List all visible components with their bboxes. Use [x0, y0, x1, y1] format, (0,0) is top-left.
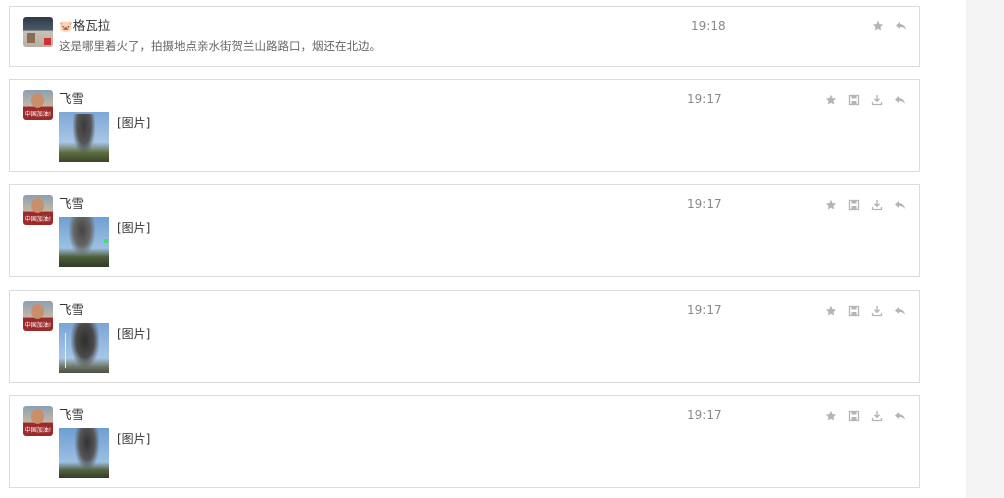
right-scroll-panel — [966, 0, 1004, 498]
message-actions — [872, 20, 907, 32]
message-time: 19:17 — [687, 303, 722, 317]
message-actions — [825, 305, 906, 317]
save-icon[interactable] — [848, 94, 860, 106]
save-icon[interactable] — [848, 305, 860, 317]
message-card: 中国加油! 飞雪 19:17 [图片] — [9, 79, 920, 172]
image-thumbnail[interactable] — [59, 112, 109, 162]
message-time: 19:18 — [691, 19, 726, 33]
message-text: 这是哪里着火了，拍摄地点亲水街贺兰山路路口，烟还在北边。 — [59, 39, 381, 53]
download-icon[interactable] — [871, 410, 883, 422]
avatar[interactable] — [23, 17, 53, 47]
star-icon[interactable] — [825, 94, 837, 106]
image-label: [图片] — [117, 116, 151, 130]
sender-name: 飞雪 — [59, 302, 85, 317]
image-label: [图片] — [117, 221, 151, 235]
reply-icon[interactable] — [894, 410, 906, 422]
image-label: [图片] — [117, 327, 151, 341]
pig-emoji-icon: 🐷 — [59, 20, 73, 33]
message-actions — [825, 199, 906, 211]
avatar-badge: 中国加油! — [24, 111, 52, 118]
save-icon[interactable] — [848, 410, 860, 422]
message-time: 19:17 — [687, 197, 722, 211]
download-icon[interactable] — [871, 199, 883, 211]
save-icon[interactable] — [848, 199, 860, 211]
message-card: 中国加油! 飞雪 19:17 [图片] — [9, 184, 920, 277]
reply-icon[interactable] — [894, 199, 906, 211]
sender-name: 🐷格瓦拉 — [59, 18, 111, 33]
sender-name: 飞雪 — [59, 196, 85, 211]
message-actions — [825, 94, 906, 106]
avatar[interactable]: 中国加油! — [23, 406, 53, 436]
avatar-badge: 中国加油! — [24, 216, 52, 223]
star-icon[interactable] — [825, 199, 837, 211]
image-label: [图片] — [117, 432, 151, 446]
reply-icon[interactable] — [894, 305, 906, 317]
message-card: 中国加油! 飞雪 19:17 [图片] — [9, 395, 920, 488]
star-icon[interactable] — [825, 305, 837, 317]
message-time: 19:17 — [687, 408, 722, 422]
message-card: 中国加油! 飞雪 19:17 [图片] — [9, 290, 920, 383]
message-time: 19:17 — [687, 92, 722, 106]
avatar-badge: 中国加油! — [24, 322, 52, 329]
reply-icon[interactable] — [895, 20, 907, 32]
download-icon[interactable] — [871, 94, 883, 106]
image-thumbnail[interactable] — [59, 428, 109, 478]
avatar-badge: 中国加油! — [24, 427, 52, 434]
image-thumbnail[interactable] — [59, 323, 109, 373]
sender-name: 飞雪 — [59, 407, 85, 422]
sender-name: 飞雪 — [59, 91, 85, 106]
avatar[interactable]: 中国加油! — [23, 301, 53, 331]
download-icon[interactable] — [871, 305, 883, 317]
star-icon[interactable] — [825, 410, 837, 422]
avatar[interactable]: 中国加油! — [23, 195, 53, 225]
image-thumbnail[interactable] — [59, 217, 109, 267]
avatar[interactable]: 中国加油! — [23, 90, 53, 120]
message-actions — [825, 410, 906, 422]
reply-icon[interactable] — [894, 94, 906, 106]
star-icon[interactable] — [872, 20, 884, 32]
message-card: 🐷格瓦拉 19:18 这是哪里着火了，拍摄地点亲水街贺兰山路路口，烟还在北边。 — [9, 6, 920, 67]
